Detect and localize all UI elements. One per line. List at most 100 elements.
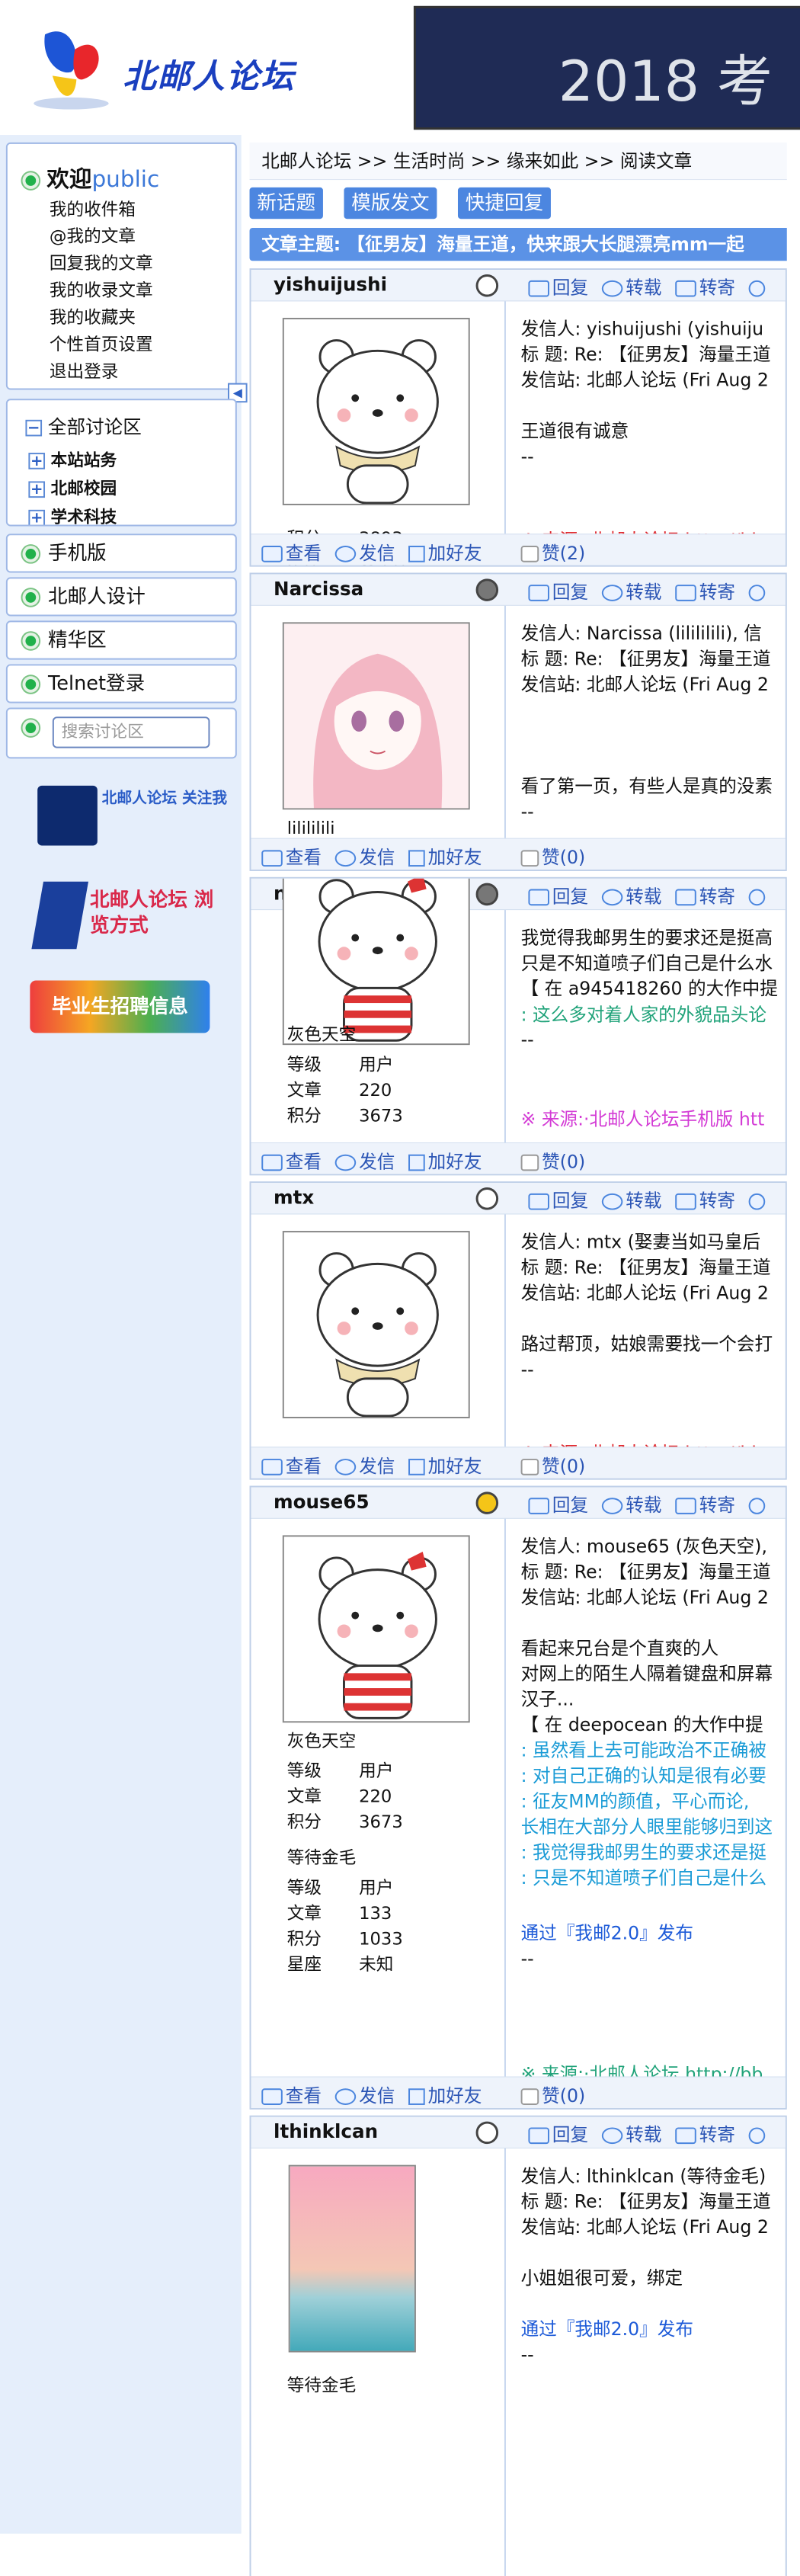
- post-source[interactable]: ※ 来源:·北邮人论坛 http://bb: [521, 2062, 763, 2077]
- banner-text: 2018 考研: [558, 49, 773, 114]
- search-button[interactable]: [748, 582, 769, 603]
- follow-badge[interactable]: 北邮人论坛 关注我: [30, 780, 227, 862]
- like-button[interactable]: 赞(2): [520, 538, 585, 564]
- avatar[interactable]: [282, 1231, 470, 1418]
- mail-forward-button[interactable]: 转寄: [675, 882, 735, 908]
- avatar[interactable]: [282, 318, 470, 505]
- quote-line: : 征友MM的颜值，平心而论,: [520, 1790, 750, 1812]
- template-post-button[interactable]: 模版发文: [344, 187, 437, 219]
- search-button[interactable]: [748, 2125, 769, 2146]
- forum-item[interactable]: + 北邮校园: [28, 476, 117, 499]
- job-info-badge[interactable]: 毕业生招聘信息: [30, 973, 210, 1056]
- link-favorites[interactable]: 我的收藏夹: [50, 303, 136, 328]
- reply-button[interactable]: 回复: [528, 1490, 588, 1516]
- plus-icon[interactable]: +: [28, 453, 46, 469]
- breadcrumb[interactable]: 北邮人论坛 >> 生活时尚 >> 缘来如此 >> 阅读文章: [249, 142, 787, 181]
- avatar[interactable]: [282, 1535, 470, 1723]
- forum-item[interactable]: + 本站站务: [28, 447, 117, 470]
- view-profile-button[interactable]: 查看: [261, 1451, 322, 1477]
- add-friend-button[interactable]: 加好友: [408, 1147, 482, 1173]
- like-button[interactable]: 赞(0): [520, 2081, 585, 2107]
- view-profile-button[interactable]: 查看: [261, 538, 322, 564]
- send-message-button[interactable]: 发信: [334, 538, 395, 564]
- reply-button[interactable]: 回复: [528, 577, 588, 603]
- forward-button[interactable]: 转载: [601, 273, 662, 299]
- search-forum-input[interactable]: 搜索讨论区: [52, 716, 210, 748]
- reply-icon: [528, 2127, 549, 2145]
- avatar[interactable]: [288, 2164, 416, 2353]
- like-button[interactable]: 赞(0): [520, 843, 585, 869]
- mail-forward-button[interactable]: 转寄: [675, 1186, 735, 1212]
- browse-mode-badge[interactable]: 北邮人论坛 浏览方式: [30, 877, 213, 960]
- view-profile-button[interactable]: 查看: [261, 1147, 322, 1173]
- post-source[interactable]: ※ 来源:·北邮人论坛手机版 htt: [521, 1107, 765, 1132]
- search-button[interactable]: [748, 277, 769, 299]
- design-button[interactable]: 北邮人设计: [5, 577, 237, 617]
- reply-button[interactable]: 回复: [528, 273, 588, 299]
- send-message-button[interactable]: 发信: [334, 1451, 395, 1477]
- add-friend-button[interactable]: 加好友: [408, 1451, 482, 1477]
- quick-reply-button[interactable]: 快捷回复: [457, 187, 551, 219]
- search-button[interactable]: [748, 886, 769, 908]
- mail-forward-button[interactable]: 转寄: [675, 2120, 735, 2146]
- thumbs-up-icon: [520, 1459, 539, 1475]
- view-profile-button[interactable]: 查看: [261, 843, 322, 869]
- mail-forward-button[interactable]: 转寄: [675, 273, 735, 299]
- post-author[interactable]: lthinklcan: [274, 2121, 378, 2143]
- post-author[interactable]: mouse65: [274, 1491, 370, 1513]
- post-author[interactable]: yishuijushi: [274, 274, 387, 296]
- minus-icon[interactable]: −: [25, 420, 43, 437]
- reply-button[interactable]: 回复: [528, 2120, 588, 2146]
- forward-button[interactable]: 转载: [601, 2120, 662, 2146]
- like-button[interactable]: 赞(0): [520, 1451, 585, 1477]
- add-friend-button[interactable]: 加好友: [408, 2081, 482, 2107]
- reply-button[interactable]: 回复: [528, 1186, 588, 1212]
- avatar[interactable]: [282, 622, 470, 810]
- post-header: lthinklcan 回复 转载 转寄: [251, 2116, 786, 2148]
- forum-item[interactable]: + 学术科技: [28, 504, 117, 525]
- send-message-button[interactable]: 发信: [334, 2081, 395, 2107]
- post: mtx 回复 转载 转寄 发信人: mtx (娶妻当如马皇后标 题: Re: 【征男友】…: [249, 1181, 787, 1480]
- plus-icon[interactable]: +: [28, 510, 46, 525]
- post-author[interactable]: mtx: [274, 1187, 314, 1209]
- mail-forward-button[interactable]: 转寄: [675, 577, 735, 603]
- search-button[interactable]: [748, 1190, 769, 1212]
- like-button[interactable]: 赞(0): [520, 1147, 585, 1173]
- post-source[interactable]: ※ 来源:·北邮人论坛 http://bb: [521, 527, 763, 533]
- mobile-version-button[interactable]: 手机版: [5, 533, 237, 573]
- username-link[interactable]: public: [91, 166, 159, 192]
- top-banner[interactable]: 2018 考研: [413, 5, 800, 130]
- add-friend-button[interactable]: 加好友: [408, 538, 482, 564]
- plus-icon[interactable]: +: [28, 481, 46, 498]
- view-profile-button[interactable]: 查看: [261, 2081, 322, 2107]
- publish-note[interactable]: 通过『我邮2.0』发布: [521, 1921, 786, 1946]
- link-logout[interactable]: 退出登录: [50, 357, 118, 382]
- new-topic-button[interactable]: 新话题: [249, 187, 323, 219]
- site-logo[interactable]: 北邮人论坛: [30, 20, 299, 133]
- send-message-button[interactable]: 发信: [334, 843, 395, 869]
- forward-button[interactable]: 转载: [601, 882, 662, 908]
- send-message-button[interactable]: 发信: [334, 1147, 395, 1173]
- telnet-button[interactable]: Telnet登录: [5, 664, 237, 703]
- link-replies[interactable]: 回复我的文章: [50, 249, 153, 274]
- menu-label: 北邮人设计: [47, 585, 146, 608]
- add-friend-button[interactable]: 加好友: [408, 843, 482, 869]
- digest-button[interactable]: 精华区: [5, 620, 237, 660]
- post-source[interactable]: ※ 来源:·北邮人论坛 http://bb: [521, 1440, 763, 1447]
- link-mentions[interactable]: @我的文章: [50, 222, 136, 247]
- forward-button[interactable]: 转载: [601, 1490, 662, 1516]
- avatar[interactable]: [282, 878, 470, 1046]
- post-author[interactable]: Narcissa: [274, 578, 363, 600]
- link-homepage-settings[interactable]: 个性首页设置: [50, 330, 153, 355]
- all-forums[interactable]: − 全部讨论区: [25, 412, 142, 439]
- search-button[interactable]: [748, 1495, 769, 1516]
- quote-line: : 这么多对着人家的外貌品头论: [520, 1004, 766, 1026]
- mail-forward-button[interactable]: 转寄: [675, 1490, 735, 1516]
- forward-button[interactable]: 转载: [601, 1186, 662, 1212]
- forward-button[interactable]: 转载: [601, 577, 662, 603]
- stat-value: 1033: [359, 1929, 403, 1950]
- reply-button[interactable]: 回复: [528, 882, 588, 908]
- link-collected[interactable]: 我的收录文章: [50, 276, 153, 301]
- post-line: [521, 495, 786, 520]
- link-inbox[interactable]: 我的收件箱: [50, 195, 136, 220]
